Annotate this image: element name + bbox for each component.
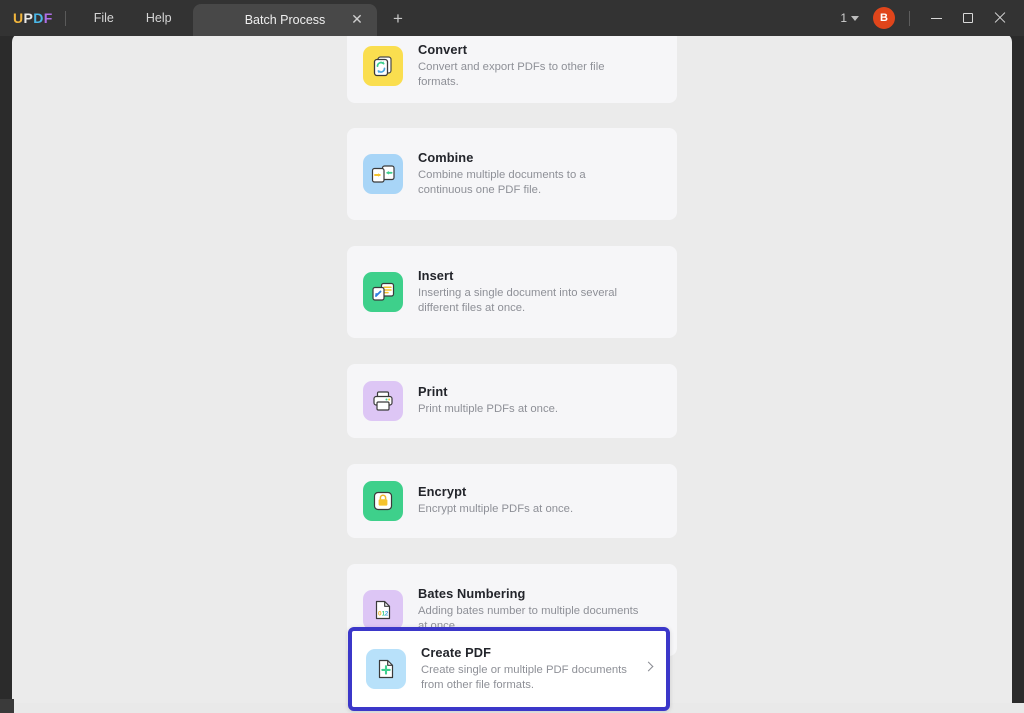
- updf-logo: UPDF: [13, 10, 53, 26]
- card-description: Encrypt multiple PDFs at once.: [418, 503, 574, 516]
- menu-file[interactable]: File: [78, 0, 130, 36]
- svg-text:2: 2: [385, 611, 389, 618]
- card-text: Encrypt Encrypt multiple PDFs at once.: [418, 484, 573, 517]
- tab-batch-process[interactable]: Batch Process ✕: [193, 4, 377, 36]
- minimize-icon: [930, 17, 942, 19]
- page-count-dropdown[interactable]: 1: [840, 11, 859, 25]
- print-icon: [363, 381, 403, 421]
- batch-process-panel: Convert Convert and export PDFs to other…: [12, 33, 1012, 705]
- card-text: Create PDF Create single or multiple PDF…: [421, 645, 646, 693]
- updf-window: UPDF File Help Batch Process ✕ + 1 B Con…: [0, 0, 1024, 713]
- close-window-icon: [994, 12, 1006, 24]
- bates-numbering-icon: 0 1 2: [363, 590, 403, 630]
- close-icon[interactable]: ✕: [349, 12, 365, 28]
- close-window-button[interactable]: [984, 0, 1016, 36]
- batch-card-encrypt[interactable]: Encrypt Encrypt multiple PDFs at once.: [347, 464, 677, 538]
- card-title: Combine: [418, 149, 474, 165]
- card-description: Combine multiple documents to a continuo…: [418, 168, 586, 196]
- titlebar-divider: [909, 10, 910, 26]
- minimize-button[interactable]: [920, 0, 952, 36]
- batch-card-create-pdf[interactable]: Create PDF Create single or multiple PDF…: [348, 627, 670, 711]
- page-count-value: 1: [840, 11, 847, 25]
- insert-icon: [363, 272, 403, 312]
- card-title: Create PDF: [421, 644, 491, 660]
- card-description: Inserting a single document into several…: [418, 286, 618, 314]
- maximize-icon: [963, 13, 973, 23]
- card-text: Combine Combine multiple documents to a …: [418, 150, 643, 198]
- convert-icon: [363, 46, 403, 86]
- batch-card-insert[interactable]: Insert Inserting a single document into …: [347, 246, 677, 338]
- card-title: Print: [418, 384, 448, 400]
- menu-help-label: Help: [145, 11, 172, 25]
- encrypt-icon: [363, 481, 403, 521]
- menu-file-label: File: [93, 11, 114, 25]
- titlebar-right: 1 B: [840, 0, 1024, 36]
- titlebar-left: UPDF File Help: [0, 0, 188, 36]
- card-title: Bates Numbering: [418, 585, 526, 601]
- chevron-down-icon: [851, 15, 859, 21]
- batch-card-convert[interactable]: Convert Convert and export PDFs to other…: [347, 33, 677, 103]
- maximize-button[interactable]: [952, 0, 984, 36]
- create-pdf-icon: [366, 649, 406, 689]
- card-text: Convert Convert and export PDFs to other…: [418, 42, 643, 90]
- card-description: Print multiple PDFs at once.: [418, 403, 559, 416]
- card-title: Insert: [418, 267, 454, 283]
- avatar-initial: B: [880, 12, 888, 24]
- card-title: Encrypt: [418, 484, 467, 500]
- batch-card-print[interactable]: Print Print multiple PDFs at once.: [347, 364, 677, 438]
- card-description: Create single or multiple PDF documents …: [421, 663, 627, 691]
- titlebar-separator: [64, 10, 66, 26]
- card-text: Insert Inserting a single document into …: [418, 268, 643, 316]
- desktop-left-corner: [0, 699, 14, 713]
- batch-tool-list: Convert Convert and export PDFs to other…: [347, 33, 677, 656]
- card-description: Convert and export PDFs to other file fo…: [418, 60, 605, 88]
- combine-icon: [363, 154, 403, 194]
- avatar[interactable]: B: [873, 7, 895, 29]
- title-bar: UPDF File Help Batch Process ✕ + 1 B: [0, 0, 1024, 36]
- card-title: Convert: [418, 41, 468, 57]
- card-text: Print Print multiple PDFs at once.: [418, 384, 558, 417]
- menu-help[interactable]: Help: [130, 0, 188, 36]
- plus-icon[interactable]: +: [388, 9, 408, 29]
- batch-card-combine[interactable]: Combine Combine multiple documents to a …: [347, 128, 677, 220]
